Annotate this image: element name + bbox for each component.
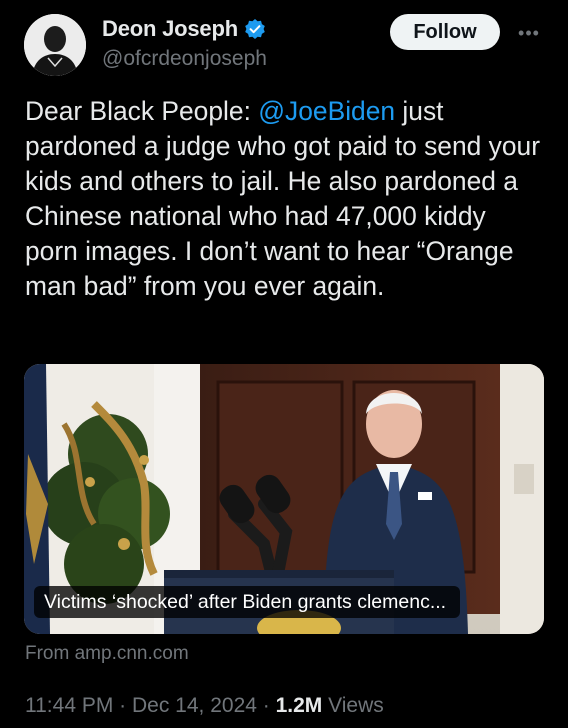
- tweet-text-intro: Dear Black People:: [25, 96, 259, 126]
- verified-badge-icon: [244, 18, 266, 40]
- link-source[interactable]: From amp.cnn.com: [25, 643, 189, 665]
- tweet-time[interactable]: 11:44 PM: [25, 694, 113, 717]
- more-options-icon[interactable]: •••: [514, 18, 544, 48]
- views-count[interactable]: 1.2M: [276, 694, 323, 717]
- views-label: Views: [322, 694, 384, 717]
- link-card[interactable]: Victims ‘shocked’ after Biden grants cle…: [24, 364, 544, 634]
- meta-separator: ·: [256, 694, 276, 717]
- name-row: Deon Joseph: [102, 16, 266, 42]
- meta-separator: ·: [113, 694, 132, 717]
- mention-link[interactable]: @JoeBiden: [258, 96, 395, 126]
- link-card-title[interactable]: Victims ‘shocked’ after Biden grants cle…: [34, 586, 461, 618]
- avatar[interactable]: [24, 14, 86, 76]
- follow-button[interactable]: Follow: [390, 14, 500, 50]
- tweet-header: Deon Joseph @ofcrdeonjoseph Follow •••: [24, 14, 548, 76]
- tweet-meta: 11:44 PM · Dec 14, 2024 · 1.2M Views: [25, 694, 384, 718]
- user-handle[interactable]: @ofcrdeonjoseph: [102, 47, 267, 71]
- tweet-date[interactable]: Dec 14, 2024: [132, 694, 257, 717]
- display-name[interactable]: Deon Joseph: [102, 16, 238, 42]
- tweet-text-body: just pardoned a judge who got paid to se…: [25, 96, 541, 301]
- tweet-text: Dear Black People: @JoeBiden just pardon…: [25, 94, 545, 304]
